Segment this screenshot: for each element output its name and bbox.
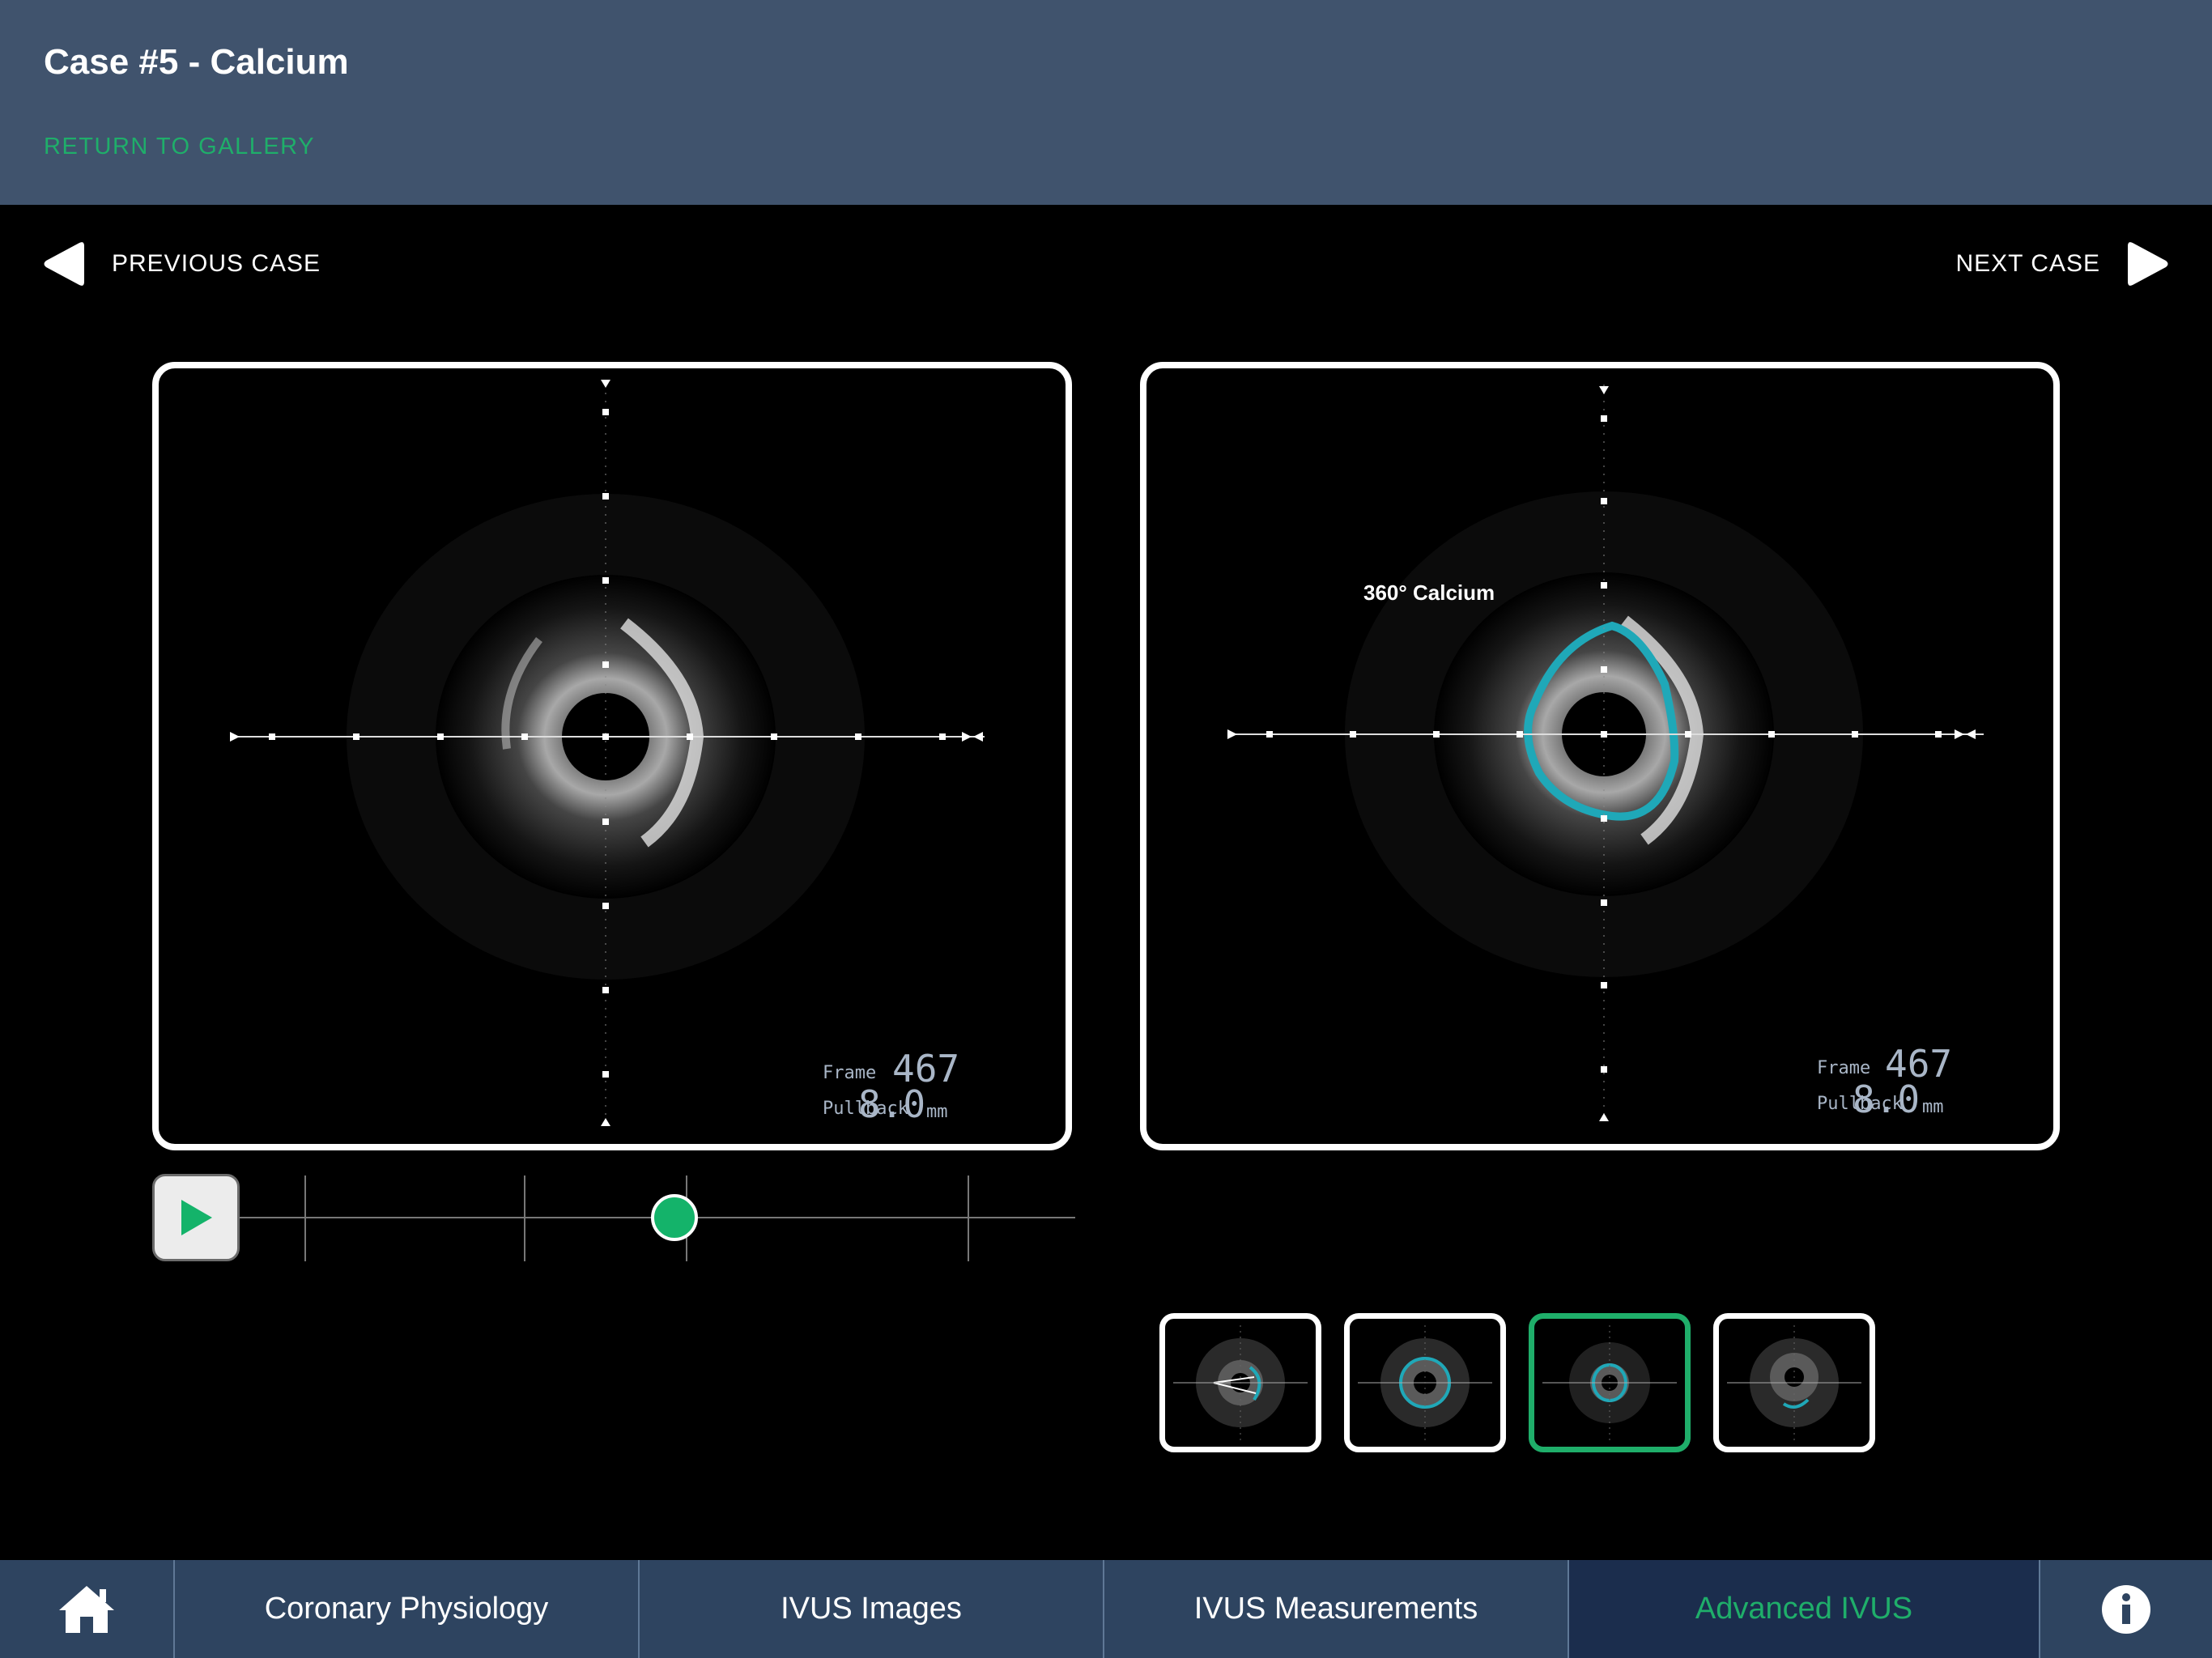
frame-label: Frame [823,1063,877,1083]
ivus-viewer-left: Frame 467 Pullback 8.0 mm [152,362,1072,1150]
header-bar: Case #5 - Calcium RETURN TO GALLERY [0,0,2212,205]
ivus-image-right [1227,385,1984,1121]
thumbnail-2[interactable] [1344,1313,1506,1452]
pullback-value: 8.0 [858,1082,926,1126]
tab-advanced-ivus[interactable]: Advanced IVUS [1568,1560,2039,1658]
thumbnail-1[interactable] [1159,1313,1321,1452]
info-icon [2102,1584,2150,1634]
next-case-button[interactable]: NEXT CASE [1956,239,2171,289]
thumbnail-image [1173,1325,1308,1440]
play-button[interactable] [152,1174,240,1261]
bottom-tab-bar: Coronary Physiology IVUS Images IVUS Mea… [0,1560,2212,1658]
thumbnail-4[interactable] [1713,1313,1875,1452]
next-arrow-icon [2128,242,2168,286]
scrubber-tick [968,1175,969,1261]
pullback-unit: mm [926,1102,948,1122]
info-button[interactable] [2039,1560,2212,1658]
previous-case-button[interactable]: PREVIOUS CASE [42,239,321,289]
thumbnail-image [1358,1325,1492,1440]
scrubber-tick [524,1175,525,1261]
ivus-viewer-right: 360° Calcium Frame 467 Pullback 8.0 mm [1140,362,2060,1150]
case-title: Case #5 - Calcium [44,42,349,82]
home-icon [59,1585,114,1633]
play-icon [181,1200,212,1235]
pullback-value: 8.0 [1853,1078,1921,1121]
thumbnail-image [1727,1325,1861,1440]
thumbnail-3[interactable] [1529,1313,1691,1452]
previous-case-label: PREVIOUS CASE [112,250,321,277]
frame-label: Frame [1817,1058,1871,1078]
return-to-gallery-link[interactable]: RETURN TO GALLERY [44,134,315,160]
ivus-image-left [230,380,985,1126]
thumbnail-image [1542,1325,1677,1440]
tab-coronary-physiology[interactable]: Coronary Physiology [173,1560,638,1658]
tab-ivus-images[interactable]: IVUS Images [638,1560,1103,1658]
pullback-unit: mm [1922,1097,1944,1117]
playback-scrubber[interactable] [240,1174,1075,1263]
next-case-label: NEXT CASE [1955,250,2100,277]
scrubber-tick [304,1175,306,1261]
previous-arrow-icon [44,242,84,286]
tab-ivus-measurements[interactable]: IVUS Measurements [1103,1560,1568,1658]
scrubber-knob[interactable] [650,1194,698,1241]
home-button[interactable] [0,1560,173,1658]
calcium-annotation: 360° Calcium [1363,580,1495,605]
